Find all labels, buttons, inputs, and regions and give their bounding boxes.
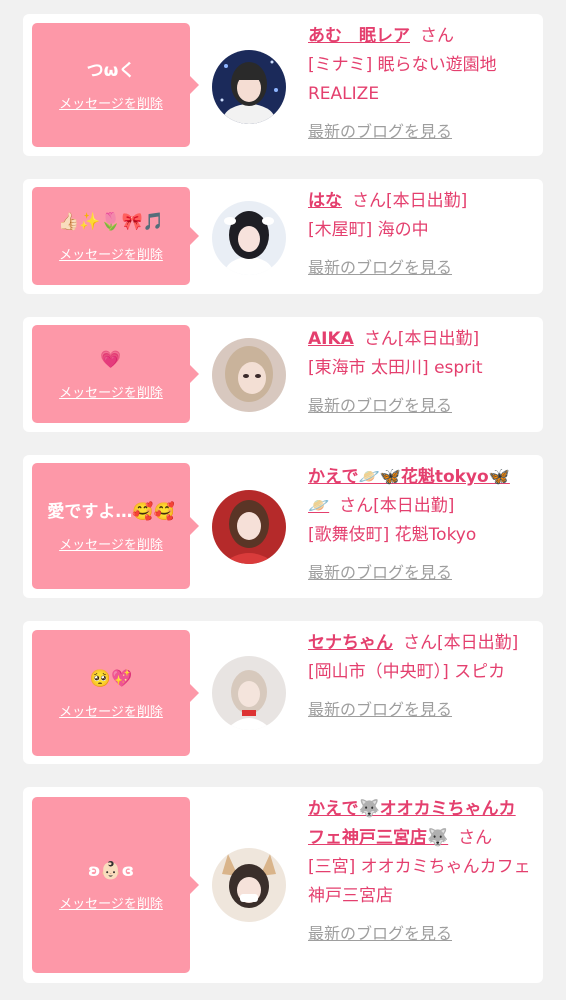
delete-message-link[interactable]: メッセージを削除 <box>59 701 163 720</box>
cast-name-link[interactable]: セナちゃん <box>308 633 393 653</box>
cast-name-line: はな さん[本日出勤] <box>308 187 531 216</box>
avatar[interactable] <box>212 490 286 564</box>
message-card: 👍🏻✨🌷🎀🎵 メッセージを削除 はな さん[本日出勤] [木屋町] 海の中 最新の… <box>23 179 543 294</box>
delete-message-link[interactable]: メッセージを削除 <box>59 893 163 912</box>
cast-name-link[interactable]: はな <box>308 191 342 211</box>
cast-name-line: セナちゃん さん[本日出勤] <box>308 629 531 658</box>
shop-info: [三宮] オオカミちゃんカフェ神戸三宮店 <box>308 857 531 906</box>
message-card: 💗 メッセージを削除 AIKA さん[本日出勤] [東海市 太田川] esprit… <box>23 317 543 432</box>
shop-info: [木屋町] 海の中 <box>308 220 429 240</box>
san-label: さん <box>420 26 454 46</box>
latest-blog-link[interactable]: 最新のブログを見る <box>308 695 452 724</box>
message-bubble: つωく メッセージを削除 <box>32 23 199 147</box>
message-text: 愛ですよ…🥰🥰 <box>47 501 175 522</box>
avatar[interactable] <box>212 338 286 412</box>
avatar[interactable] <box>212 656 286 730</box>
avatar[interactable] <box>212 201 286 275</box>
cast-name-line: かえで🐺オオカミちゃんカフェ神戸三宮店🐺 さん <box>308 795 531 853</box>
delete-message-link[interactable]: メッセージを削除 <box>59 244 163 263</box>
cast-info: はな さん[本日出勤] [木屋町] 海の中 最新のブログを見る <box>308 187 531 283</box>
latest-blog-link[interactable]: 最新のブログを見る <box>308 253 452 282</box>
message-bubble: 🥺💖 メッセージを削除 <box>32 630 199 756</box>
delete-message-link[interactable]: メッセージを削除 <box>59 534 163 553</box>
cast-info: かえで🐺オオカミちゃんカフェ神戸三宮店🐺 さん [三宮] オオカミちゃんカフェ神戸… <box>308 795 531 949</box>
san-label: さん[本日出勤] <box>363 329 480 349</box>
message-bubble: 👍🏻✨🌷🎀🎵 メッセージを削除 <box>32 187 199 285</box>
message-card: 🥺💖 メッセージを削除 セナちゃん さん[本日出勤] [岡山市（中央町）] スピカ… <box>23 621 543 764</box>
latest-blog-link[interactable]: 最新のブログを見る <box>308 558 452 587</box>
shop-info: [東海市 太田川] esprit <box>308 358 483 378</box>
message-bubble: ʚ👶🏻ɞ メッセージを削除 <box>32 797 199 973</box>
cast-name-line: AIKA さん[本日出勤] <box>308 325 531 354</box>
cast-info: かえで🪐🦋花魁tokyo🦋🪐 さん[本日出勤] [歌舞伎町] 花魁Tokyo 最新… <box>308 463 531 588</box>
message-text: 👍🏻✨🌷🎀🎵 <box>58 211 164 232</box>
message-card: 愛ですよ…🥰🥰 メッセージを削除 かえで🪐🦋花魁tokyo🦋🪐 さん[本日出勤] … <box>23 455 543 598</box>
message-text: 💗 <box>100 349 122 370</box>
shop-info: [歌舞伎町] 花魁Tokyo <box>308 525 477 545</box>
cast-info: AIKA さん[本日出勤] [東海市 太田川] esprit 最新のブログを見る <box>308 325 531 421</box>
cast-info: あむ 眠レア さん [ミナミ] 眠らない遊園地REALIZE 最新のブログを見る <box>308 22 531 147</box>
latest-blog-link[interactable]: 最新のブログを見る <box>308 919 452 948</box>
cast-name-link[interactable]: あむ 眠レア <box>308 26 410 46</box>
san-label: さん[本日出勤] <box>403 633 519 653</box>
cast-name-line: あむ 眠レア さん <box>308 22 531 51</box>
message-card: ʚ👶🏻ɞ メッセージを削除 かえで🐺オオカミちゃんカフェ神戸三宮店🐺 さん [三宮… <box>23 787 543 983</box>
avatar[interactable] <box>212 50 286 124</box>
message-bubble: 愛ですよ…🥰🥰 メッセージを削除 <box>32 463 199 589</box>
message-text: 🥺💖 <box>89 668 133 689</box>
message-text: ʚ👶🏻ɞ <box>87 860 135 881</box>
cast-name-link[interactable]: AIKA <box>308 329 354 349</box>
message-card: つωく メッセージを削除 あむ 眠レア さん [ミナミ] 眠らない遊園地REALI… <box>23 14 543 156</box>
san-label: さん <box>458 828 493 848</box>
cast-info: セナちゃん さん[本日出勤] [岡山市（中央町）] スピカ 最新のブログを見る <box>308 629 531 725</box>
delete-message-link[interactable]: メッセージを削除 <box>59 382 163 401</box>
avatar[interactable] <box>212 848 286 922</box>
latest-blog-link[interactable]: 最新のブログを見る <box>308 117 452 146</box>
latest-blog-link[interactable]: 最新のブログを見る <box>308 391 452 420</box>
cast-name-line: かえで🪐🦋花魁tokyo🦋🪐 さん[本日出勤] <box>308 463 531 521</box>
message-text: つωく <box>86 60 136 81</box>
san-label: さん[本日出勤] <box>339 496 455 516</box>
delete-message-link[interactable]: メッセージを削除 <box>59 93 163 112</box>
message-bubble: 💗 メッセージを削除 <box>32 325 199 423</box>
shop-info: [岡山市（中央町）] スピカ <box>308 662 506 682</box>
san-label: さん[本日出勤] <box>352 191 468 211</box>
message-list: つωく メッセージを削除 あむ 眠レア さん [ミナミ] 眠らない遊園地REALI… <box>0 0 566 1000</box>
shop-info: [ミナミ] 眠らない遊園地REALIZE <box>308 55 497 104</box>
